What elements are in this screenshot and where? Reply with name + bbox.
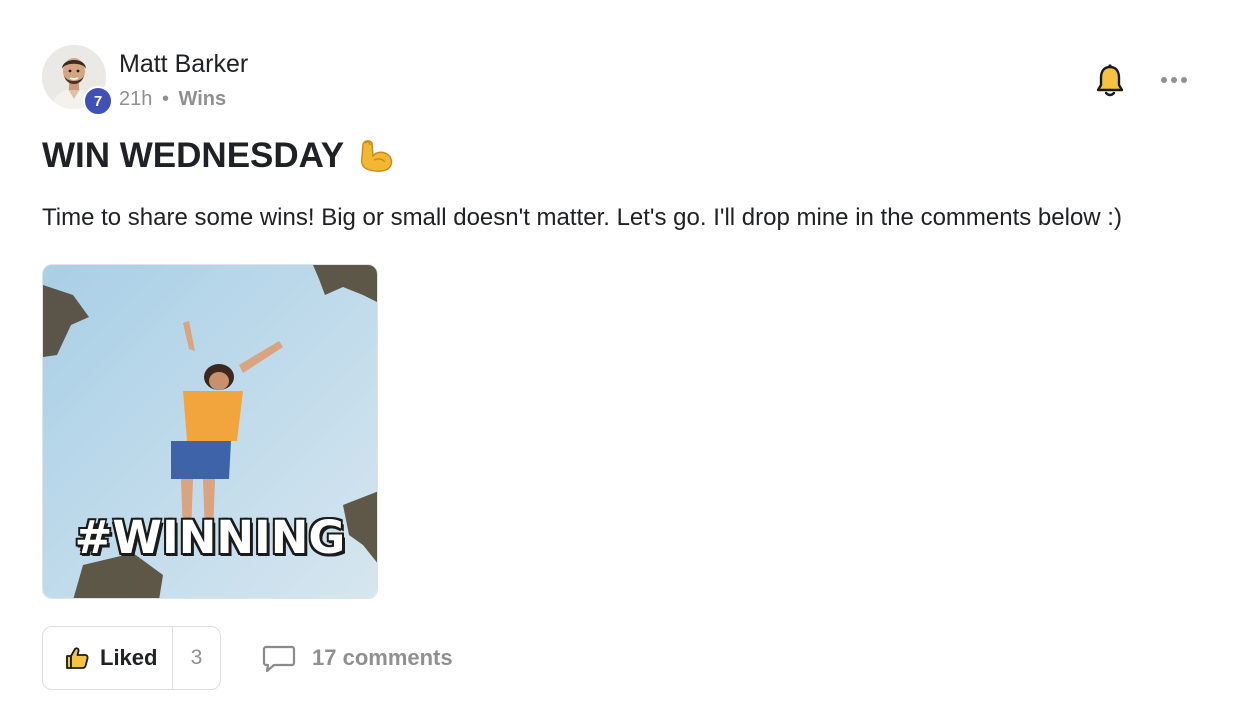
more-horizontal-icon (1161, 77, 1167, 83)
like-control: Liked 3 (42, 626, 221, 690)
more-dot (1181, 77, 1187, 83)
comments-count-label: 17 comments (312, 645, 453, 670)
post-category[interactable]: Wins (179, 88, 227, 110)
post-title: WIN WEDNESDAY (42, 136, 396, 176)
comment-bubble-icon (262, 645, 296, 673)
like-count[interactable]: 3 (173, 627, 220, 689)
comments-button[interactable]: 17 comments (262, 640, 453, 676)
post-body: Time to share some wins! Big or small do… (42, 204, 1122, 231)
post-card: 7 Matt Barker 21h • Wins WIN WEDNESDAY T… (0, 0, 1242, 708)
level-badge: 7 (83, 86, 113, 116)
post-gif[interactable]: #WINNING (42, 264, 378, 599)
more-options-button[interactable] (1156, 66, 1192, 94)
like-label: Liked (100, 645, 158, 670)
gif-caption: #WINNING (74, 511, 346, 564)
post-meta: 21h • Wins (119, 88, 226, 111)
bell-icon (1096, 64, 1124, 97)
thumbs-up-icon (66, 647, 89, 669)
flexed-biceps-icon (356, 136, 396, 176)
post-time: 21h (119, 88, 153, 110)
post-title-text: WIN WEDNESDAY (42, 136, 345, 175)
like-button[interactable]: Liked (43, 627, 173, 689)
author-name[interactable]: Matt Barker (119, 50, 248, 79)
notifications-button[interactable] (1094, 62, 1126, 100)
author-avatar-container[interactable]: 7 (42, 45, 113, 116)
meta-separator: • (161, 88, 169, 110)
more-dot (1171, 77, 1177, 83)
